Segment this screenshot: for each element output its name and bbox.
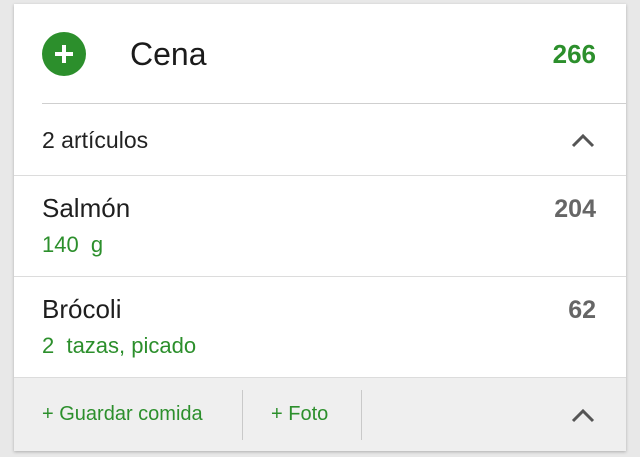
meal-title: Cena — [130, 36, 207, 72]
meal-total-calories: 266 — [552, 39, 596, 69]
items-summary-row[interactable]: 2 artículos — [14, 104, 626, 176]
meal-card: Cena 266 2 artículos Salmón 140 g 204 Br… — [14, 4, 626, 451]
food-calories: 62 — [568, 296, 596, 324]
meal-footer-toolbar: + Guardar comida + Foto — [14, 378, 626, 451]
chevron-up-icon[interactable] — [570, 128, 596, 152]
food-serving: 140 g — [42, 232, 104, 257]
food-name: Salmón — [42, 193, 131, 223]
footer-divider — [361, 390, 362, 440]
add-food-button[interactable] — [42, 32, 86, 76]
footer-divider — [242, 390, 243, 440]
meal-header: Cena 266 — [14, 4, 626, 104]
food-calories: 204 — [554, 195, 596, 223]
add-photo-button[interactable]: + Foto — [271, 378, 328, 451]
food-name: Brócoli — [42, 294, 122, 324]
food-row-salmon[interactable]: Salmón 140 g 204 — [14, 176, 626, 277]
chevron-up-icon[interactable] — [570, 403, 596, 427]
food-row-broccoli[interactable]: Brócoli 2 tazas, picado 62 — [14, 277, 626, 378]
save-meal-button[interactable]: + Guardar comida — [42, 378, 203, 451]
items-count-label: 2 artículos — [42, 127, 149, 153]
food-serving: 2 tazas, picado — [42, 333, 197, 358]
plus-icon — [55, 45, 73, 63]
